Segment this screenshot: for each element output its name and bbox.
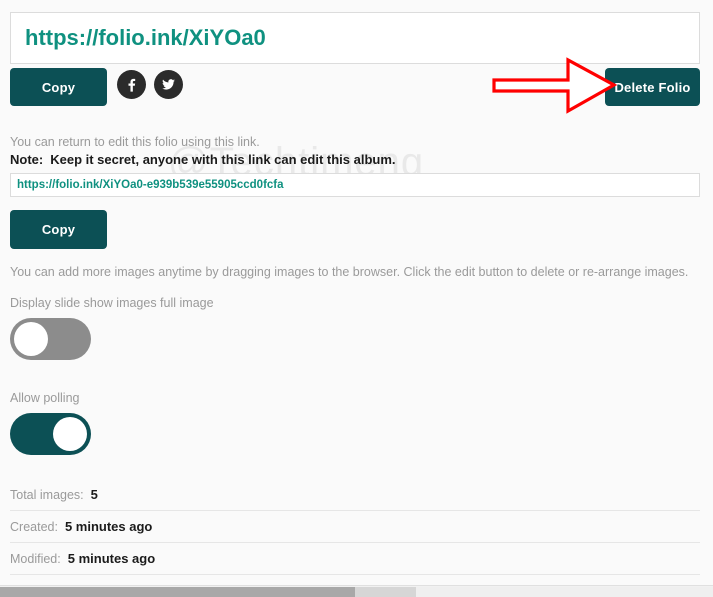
table-row: Modified: 5 minutes ago — [10, 543, 700, 575]
scrollbar-track-end[interactable] — [416, 587, 713, 597]
public-url-text: https://folio.ink/XiYOa0 — [25, 25, 266, 50]
secret-note: Note: Keep it secret, anyone with this li… — [10, 152, 396, 167]
stat-value: 5 minutes ago — [67, 551, 156, 566]
edit-url-field[interactable]: https://folio.ink/XiYOa0-e939b539e55905c… — [10, 173, 700, 197]
stat-value: 5 minutes ago — [64, 519, 153, 534]
copy-edit-url-button[interactable]: Copy — [10, 210, 107, 249]
twitter-icon[interactable] — [154, 70, 183, 99]
folio-stats: Total images: 5 Created: 5 minutes ago M… — [10, 479, 700, 597]
copy-public-url-button[interactable]: Copy — [10, 68, 107, 106]
note-label: Note: — [10, 152, 44, 167]
slideshow-toggle[interactable] — [10, 318, 91, 360]
add-images-hint: You can add more images anytime by dragg… — [10, 265, 689, 279]
delete-folio-arrow-annotation — [492, 57, 617, 114]
edit-url-text: https://folio.ink/XiYOa0-e939b539e55905c… — [17, 179, 284, 191]
stat-label: Total images: — [10, 487, 84, 502]
delete-folio-button[interactable]: Delete Folio — [605, 68, 700, 106]
social-share-row — [117, 70, 183, 99]
table-row: Created: 5 minutes ago — [10, 511, 700, 543]
polling-setting-label: Allow polling — [10, 391, 80, 405]
folio-share-page: @Techtimeng https://folio.ink/XiYOa0 Cop… — [0, 0, 713, 597]
stat-label: Modified: — [10, 551, 61, 566]
edit-link-hint: You can return to edit this folio using … — [10, 135, 260, 149]
stat-label: Created: — [10, 519, 58, 534]
stat-value: 5 — [90, 487, 98, 502]
polling-toggle[interactable] — [10, 413, 91, 455]
horizontal-scrollbar[interactable] — [0, 585, 713, 597]
slideshow-toggle-knob — [14, 322, 48, 356]
public-url-field[interactable]: https://folio.ink/XiYOa0 — [10, 12, 700, 64]
note-text: Keep it secret, anyone with this link ca… — [50, 152, 396, 167]
scrollbar-thumb[interactable] — [0, 587, 355, 597]
scrollbar-track-mid[interactable] — [355, 587, 416, 597]
polling-toggle-knob — [53, 417, 87, 451]
table-row: Total images: 5 — [10, 479, 700, 511]
slideshow-setting-label: Display slide show images full image — [10, 296, 214, 310]
facebook-icon[interactable] — [117, 70, 146, 99]
